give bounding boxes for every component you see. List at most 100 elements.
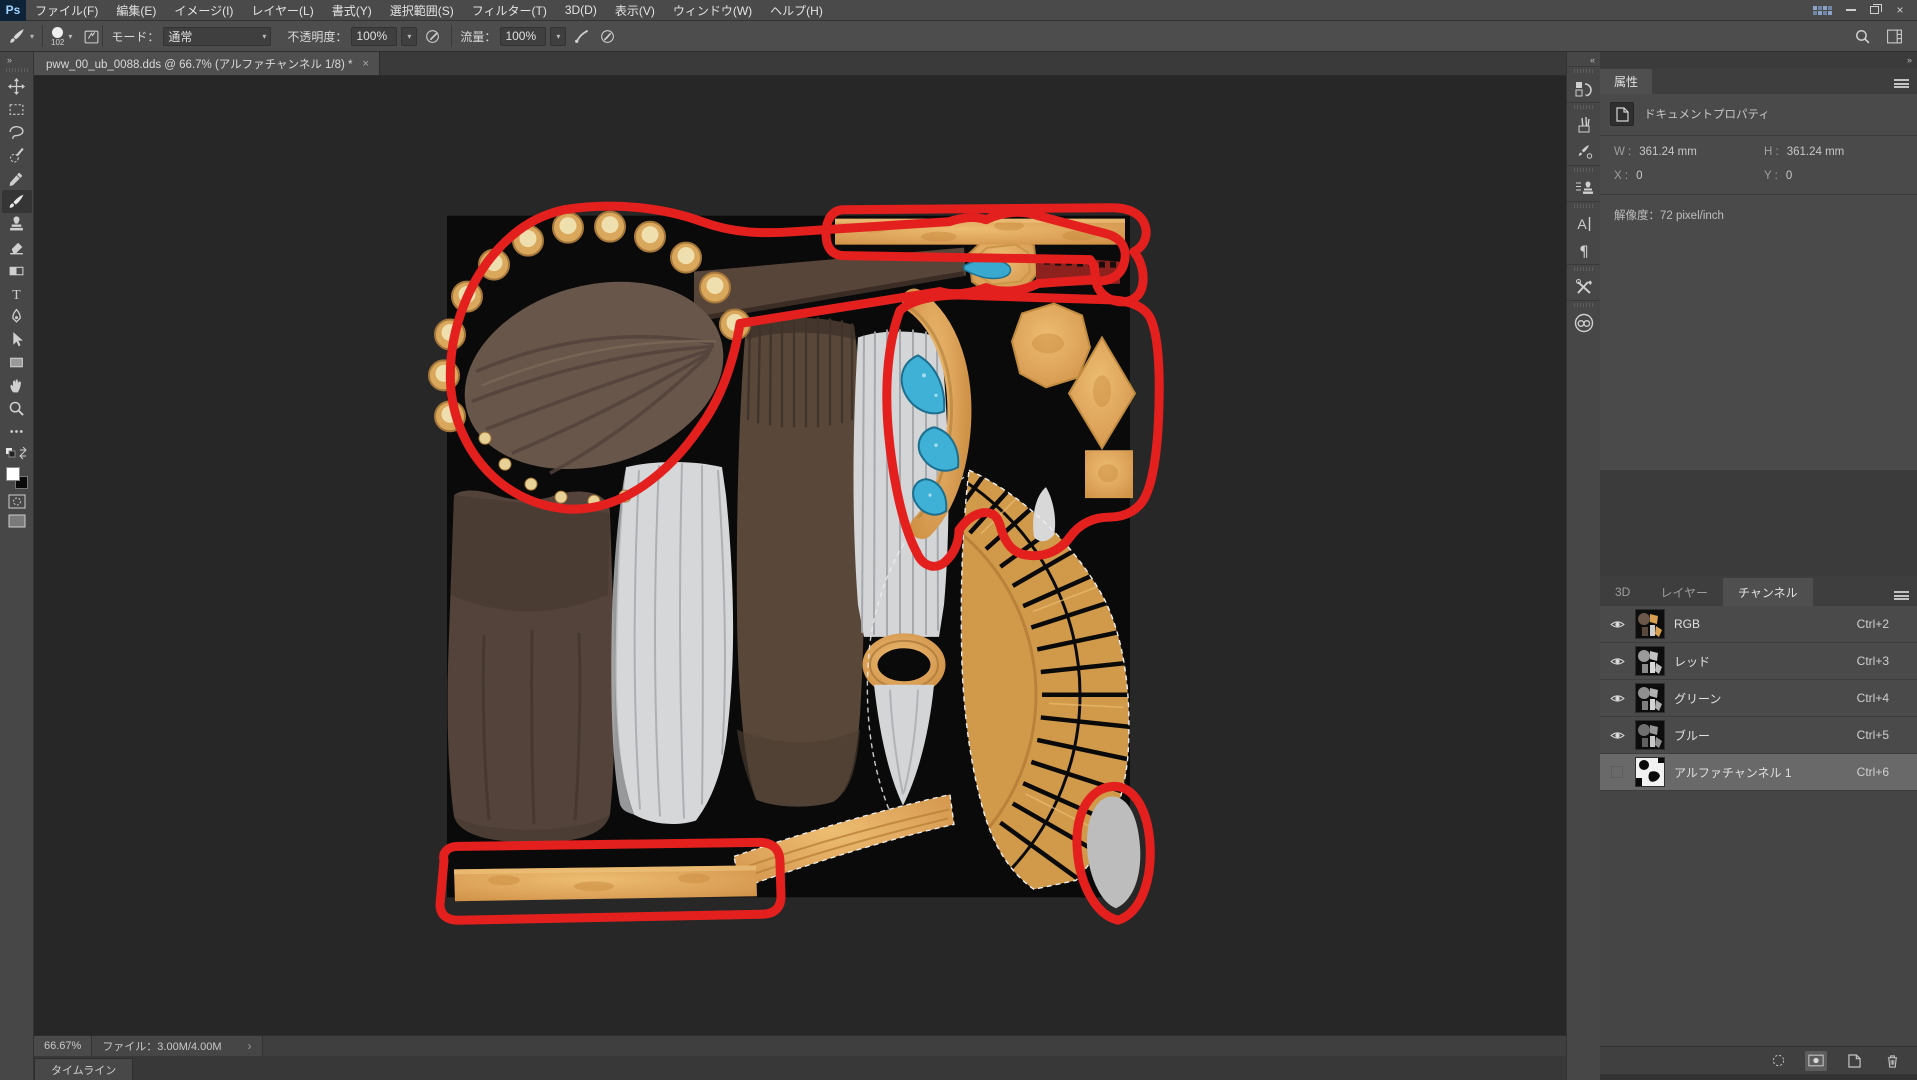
visibility-eye-icon[interactable] [1608, 656, 1626, 667]
path-selection-tool[interactable] [2, 328, 32, 351]
opacity-dropdown[interactable]: ▾ [401, 27, 417, 46]
tab-channels[interactable]: チャンネル [1723, 578, 1813, 606]
channel-thumbnail[interactable] [1636, 721, 1664, 749]
visibility-eye-icon[interactable] [1608, 730, 1626, 741]
toggle-brush-panel-button[interactable] [80, 25, 102, 47]
visibility-toggle-empty[interactable] [1608, 766, 1626, 778]
zoom-tool[interactable] [2, 397, 32, 420]
quick-mask-icon[interactable] [8, 494, 26, 509]
pressure-size-icon[interactable] [596, 25, 618, 47]
channel-row-red[interactable]: レッド Ctrl+3 [1600, 643, 1917, 680]
flow-select[interactable]: 100% [500, 27, 546, 46]
document-tab[interactable]: pww_00_ub_0088.dds @ 66.7% (アルファチャンネル 1/… [34, 52, 380, 75]
document-area: pww_00_ub_0088.dds @ 66.7% (アルファチャンネル 1/… [34, 52, 1566, 1080]
rectangle-tool[interactable] [2, 351, 32, 374]
channels-tab-bar: 3D レイヤー チャンネル [1600, 576, 1917, 606]
delete-channel-button[interactable] [1881, 1051, 1903, 1071]
panels-collapse-icon[interactable]: » [1907, 55, 1911, 65]
menu-image[interactable]: イメージ(I) [165, 0, 242, 20]
lasso-tool[interactable] [2, 121, 32, 144]
channel-name: ブルー [1674, 727, 1847, 744]
menu-filter[interactable]: フィルター(T) [463, 0, 556, 20]
restore-button[interactable] [1870, 6, 1879, 14]
properties-panel-menu-icon[interactable] [1894, 79, 1917, 94]
menu-3d[interactable]: 3D(D) [556, 0, 606, 20]
visibility-eye-icon[interactable] [1608, 619, 1626, 630]
flow-dropdown[interactable]: ▾ [550, 27, 566, 46]
opacity-label: 不透明度： [287, 28, 347, 45]
save-selection-as-channel-button[interactable] [1805, 1051, 1827, 1071]
edit-toolbar-ellipsis[interactable] [2, 420, 32, 443]
tool-presets-panel-icon[interactable] [1569, 273, 1599, 300]
menu-layer[interactable]: レイヤー(L) [242, 0, 322, 20]
foreground-background-swatches[interactable] [6, 467, 28, 489]
eyedropper-tool[interactable] [2, 167, 32, 190]
brush-preset-picker[interactable]: 102 ▾ [43, 21, 80, 51]
toolbar-grip[interactable] [6, 68, 28, 72]
menu-file[interactable]: ファイル(F) [26, 0, 107, 20]
default-and-swap-colors-icon[interactable] [5, 447, 29, 460]
collapsed-panel-dock: « [1566, 52, 1600, 1080]
photoshop-logo[interactable]: Ps [0, 0, 26, 21]
hand-tool[interactable] [2, 374, 32, 397]
airbrush-icon[interactable] [570, 25, 592, 47]
clone-source-panel-icon[interactable] [1569, 174, 1599, 201]
gradient-tool[interactable] [2, 259, 32, 282]
minimize-button[interactable] [1846, 9, 1856, 11]
toolbar-collapse-icon[interactable]: » [0, 52, 11, 66]
channel-thumbnail[interactable] [1636, 610, 1664, 638]
file-info-segment[interactable]: ファイル：3.00M/4.00M › [92, 1036, 262, 1056]
type-tool[interactable]: T [2, 282, 32, 305]
eraser-tool[interactable] [2, 236, 32, 259]
menu-help[interactable]: ヘルプ(H) [761, 0, 832, 20]
move-tool[interactable] [2, 75, 32, 98]
creative-cloud-icon[interactable] [1569, 309, 1599, 336]
dock-expand-icon[interactable]: « [1590, 52, 1600, 66]
load-channel-as-selection-button[interactable] [1767, 1051, 1789, 1071]
rectangular-marquee-tool[interactable] [2, 98, 32, 121]
tool-preset-picker[interactable]: ▾ [0, 21, 42, 51]
brushes-panel-icon[interactable] [1569, 111, 1599, 138]
channel-row-blue[interactable]: ブルー Ctrl+5 [1600, 717, 1917, 754]
search-icon[interactable] [1851, 25, 1873, 47]
channel-thumbnail[interactable] [1636, 647, 1664, 675]
pressure-opacity-icon[interactable] [421, 25, 443, 47]
channels-panel-menu-icon[interactable] [1894, 591, 1917, 606]
opacity-select[interactable]: 100% [351, 27, 397, 46]
tab-timeline[interactable]: タイムライン [34, 1058, 133, 1080]
character-panel-icon[interactable]: A [1569, 210, 1599, 237]
visibility-eye-icon[interactable] [1608, 693, 1626, 704]
tab-layers[interactable]: レイヤー [1645, 578, 1723, 606]
close-button[interactable]: × [1893, 3, 1907, 17]
quick-selection-tool[interactable] [2, 144, 32, 167]
foreground-color-swatch[interactable] [6, 467, 20, 481]
screen-mode-icon[interactable] [8, 514, 26, 528]
tab-properties[interactable]: 属性 [1600, 69, 1652, 94]
brush-settings-panel-icon[interactable] [1569, 138, 1599, 165]
new-channel-button[interactable] [1843, 1051, 1865, 1071]
status-expander-icon[interactable]: › [248, 1039, 252, 1053]
layout-tiles-icon[interactable] [1813, 6, 1832, 15]
workspace-icon[interactable] [1883, 25, 1905, 47]
menu-window[interactable]: ウィンドウ(W) [664, 0, 761, 20]
pen-tool[interactable] [2, 305, 32, 328]
tab-close-icon[interactable]: × [363, 58, 369, 70]
channel-row-rgb[interactable]: RGB Ctrl+2 [1600, 606, 1917, 643]
mode-select[interactable]: 通常 ▾ [163, 27, 271, 46]
window-controls: × [1813, 3, 1917, 17]
history-panel-icon[interactable] [1569, 75, 1599, 102]
clone-stamp-tool[interactable] [2, 213, 32, 236]
channel-thumbnail[interactable] [1636, 684, 1664, 712]
channel-row-alpha-1[interactable]: アルファチャンネル 1 Ctrl+6 [1600, 754, 1917, 791]
channel-thumbnail[interactable] [1636, 758, 1664, 786]
menu-view[interactable]: 表示(V) [606, 0, 664, 20]
menu-select[interactable]: 選択範囲(S) [381, 0, 463, 20]
canvas-viewport[interactable] [34, 76, 1566, 1035]
channel-row-green[interactable]: グリーン Ctrl+4 [1600, 680, 1917, 717]
menu-type[interactable]: 書式(Y) [323, 0, 381, 20]
menu-edit[interactable]: 編集(E) [107, 0, 165, 20]
brush-tool[interactable] [2, 190, 32, 213]
zoom-level-field[interactable]: 66.67% [34, 1036, 92, 1056]
tab-3d[interactable]: 3D [1600, 578, 1645, 606]
paragraph-panel-icon[interactable]: ¶ [1569, 237, 1599, 264]
